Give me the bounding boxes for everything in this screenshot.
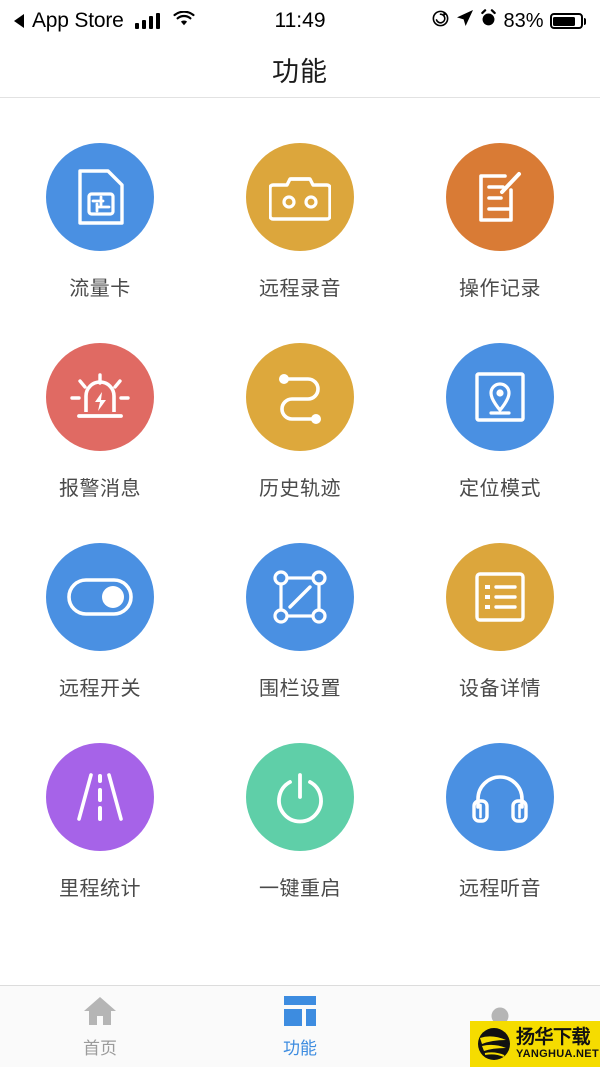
- rotation-lock-icon: [431, 9, 450, 34]
- document-edit-icon: [479, 172, 521, 222]
- road-icon-circle: [46, 743, 154, 851]
- route-track-icon-circle: [246, 343, 354, 451]
- back-triangle-icon[interactable]: [14, 14, 24, 28]
- watermark-text: 扬华下载 YANGHUA.NET: [516, 1028, 599, 1060]
- page-title: 功能: [272, 57, 328, 87]
- back-to-app-label[interactable]: App Store: [32, 9, 124, 33]
- grid-item-label: 远程录音: [259, 278, 341, 300]
- tab-functions-label: 功能: [283, 1038, 317, 1058]
- document-edit-icon-circle: [446, 143, 554, 251]
- alarm-clock-icon: [480, 9, 497, 33]
- toggle-switch-icon-circle: [46, 543, 154, 651]
- cassette-recorder-icon-circle: [246, 143, 354, 251]
- status-bar-time: 11:49: [274, 9, 326, 32]
- grid-item-operation-log[interactable]: 操作记录: [400, 122, 600, 322]
- grid-item-remote-listen[interactable]: 远程听音: [400, 722, 600, 922]
- grid-item-label: 操作记录: [459, 278, 541, 300]
- tab-functions[interactable]: 功能: [200, 986, 400, 1067]
- watermark-banner: 扬华下载 YANGHUA.NET: [470, 1021, 600, 1067]
- power-button-icon: [277, 773, 323, 824]
- watermark-cn-label: 扬华下载: [516, 1027, 591, 1048]
- battery-percent-label: 83%: [503, 9, 544, 32]
- tab-home-label: 首页: [83, 1038, 117, 1058]
- toggle-switch-icon: [67, 578, 133, 616]
- headphones-icon: [472, 775, 528, 823]
- grid-item-label: 定位模式: [459, 478, 541, 500]
- geofence-icon: [273, 570, 327, 624]
- grid-item-label: 一键重启: [259, 878, 341, 900]
- sim-card-icon-circle: [46, 143, 154, 251]
- sim-card-icon: [78, 169, 124, 225]
- grid-item-remote-recording[interactable]: 远程录音: [200, 122, 400, 322]
- grid-item-one-key-restart[interactable]: 一键重启: [200, 722, 400, 922]
- nav-bar: 功能: [0, 42, 600, 98]
- wifi-icon: [173, 9, 195, 33]
- location-arrow-icon: [456, 9, 474, 33]
- power-button-icon-circle: [246, 743, 354, 851]
- function-grid: 流量卡 远程录音 操作记录 报警消息 历史轨迹 定位模式 远程开关 围栏设置 设…: [0, 122, 600, 922]
- status-bar-left: App Store: [14, 9, 195, 33]
- geofence-icon-circle: [246, 543, 354, 651]
- grid-item-label: 设备详情: [459, 678, 541, 700]
- cassette-recorder-icon: [269, 177, 331, 221]
- grid-item-label: 流量卡: [69, 278, 131, 300]
- grid-item-label: 历史轨迹: [259, 478, 341, 500]
- status-bar-right: 83%: [431, 9, 586, 34]
- grid-item-location-mode[interactable]: 定位模式: [400, 322, 600, 522]
- home-icon: [82, 995, 118, 1027]
- road-icon: [77, 773, 123, 821]
- grid-item-geofence-settings[interactable]: 围栏设置: [200, 522, 400, 722]
- tab-bar: 首页 功能 扬华下载 YANGHUA.NET: [0, 985, 600, 1067]
- grid-item-label: 远程开关: [59, 678, 141, 700]
- status-bar: App Store 11:49 83%: [0, 0, 600, 42]
- headphones-icon-circle: [446, 743, 554, 851]
- function-grid-area: 流量卡 远程录音 操作记录 报警消息 历史轨迹 定位模式 远程开关 围栏设置 设…: [0, 98, 600, 985]
- grid-item-label: 里程统计: [59, 878, 141, 900]
- grid-item-mileage-stats[interactable]: 里程统计: [0, 722, 200, 922]
- alarm-siren-icon: [70, 373, 130, 418]
- battery-icon: [549, 13, 586, 29]
- list-details-icon: [475, 572, 525, 622]
- route-track-icon: [279, 374, 321, 424]
- grid-item-history-track[interactable]: 历史轨迹: [200, 322, 400, 522]
- grid-item-sim-card[interactable]: 流量卡: [0, 122, 200, 322]
- alarm-siren-icon-circle: [46, 343, 154, 451]
- tab-home[interactable]: 首页: [0, 986, 200, 1067]
- grid-icon: [283, 995, 317, 1027]
- grid-item-remote-switch[interactable]: 远程开关: [0, 522, 200, 722]
- grid-item-label: 围栏设置: [259, 678, 341, 700]
- app-screen: App Store 11:49 83% 功能 流量卡 远程录音 操作记录 报警消…: [0, 0, 600, 1067]
- watermark-en-label: YANGHUA.NET: [516, 1048, 599, 1060]
- grid-item-device-details[interactable]: 设备详情: [400, 522, 600, 722]
- grid-item-label: 报警消息: [59, 478, 141, 500]
- location-pin-frame-icon: [475, 372, 525, 422]
- yanghua-logo-icon: [476, 1026, 512, 1062]
- grid-item-alarm-message[interactable]: 报警消息: [0, 322, 200, 522]
- signal-bars-icon: [134, 13, 161, 29]
- location-pin-frame-icon-circle: [446, 343, 554, 451]
- grid-item-label: 远程听音: [459, 878, 541, 900]
- list-details-icon-circle: [446, 543, 554, 651]
